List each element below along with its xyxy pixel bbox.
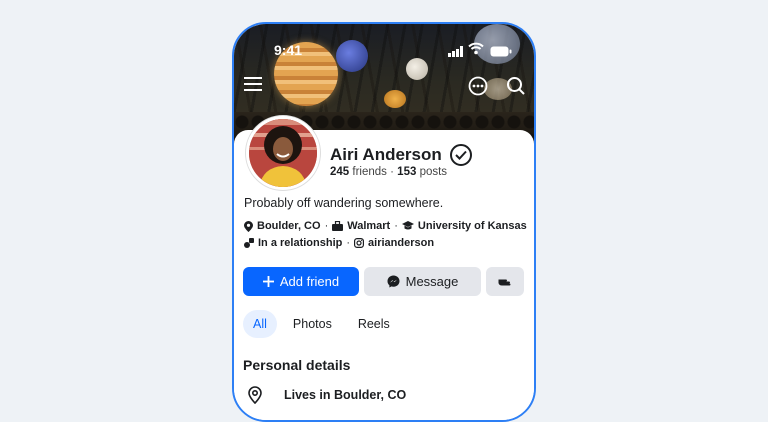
personal-details-title: Personal details: [243, 357, 351, 373]
cover-planet-orange: [384, 90, 406, 108]
friends-count[interactable]: 245: [330, 166, 349, 178]
profile-stats: 245 friends · 153 posts: [330, 166, 447, 178]
status-bar: 9:41: [234, 24, 534, 70]
message-button[interactable]: Message: [364, 267, 481, 296]
separator-dot: ·: [394, 220, 398, 232]
work-text[interactable]: Walmart: [347, 220, 390, 232]
relationship-text: In a relationship: [258, 237, 343, 249]
lives-in-text: Lives in Boulder, CO: [284, 388, 407, 402]
poke-hand-icon: [498, 276, 512, 288]
profile-name: Airi Anderson: [330, 145, 442, 164]
profile-tabs: All Photos Reels: [243, 310, 406, 338]
phone-frame: 9:41 Airi Anderson 245 friends · 153 pos…: [232, 22, 536, 422]
more-options-icon[interactable]: [468, 76, 488, 101]
tab-photos[interactable]: Photos: [283, 310, 342, 338]
battery-icon: [490, 44, 512, 60]
posts-label: posts: [419, 166, 448, 178]
wifi-icon: [468, 42, 484, 58]
school-text[interactable]: University of Kansas: [418, 220, 527, 232]
briefcase-icon: [332, 221, 344, 231]
lives-in-row: Lives in Boulder, CO: [248, 386, 406, 404]
message-label: Message: [405, 274, 459, 289]
add-friend-button[interactable]: Add friend: [243, 267, 359, 296]
intro-row-1: Boulder, CO · Walmart · University of Ka…: [244, 220, 527, 232]
plus-icon: [262, 276, 274, 287]
stats-separator: ·: [390, 166, 394, 178]
more-actions-button[interactable]: [486, 267, 524, 296]
separator-dot: ·: [346, 237, 351, 249]
friends-label[interactable]: friends: [352, 166, 387, 178]
messenger-icon: [387, 275, 400, 288]
avatar[interactable]: [246, 116, 320, 190]
graduation-cap-icon: [401, 221, 414, 231]
profile-bio: Probably off wandering somewhere.: [244, 196, 444, 210]
search-icon[interactable]: [506, 76, 526, 101]
signal-icon: [448, 44, 464, 60]
location-pin-icon: [248, 386, 262, 404]
separator-dot: ·: [324, 220, 329, 232]
relationship-icon: [244, 238, 254, 248]
posts-count: 153: [397, 166, 417, 178]
intro-row-2: In a relationship · airianderson: [244, 237, 434, 249]
tab-all[interactable]: All: [243, 310, 277, 338]
add-friend-label: Add friend: [279, 274, 340, 289]
location-text: Boulder, CO: [257, 220, 321, 232]
name-row: Airi Anderson: [330, 144, 472, 166]
status-time: 9:41: [274, 42, 303, 58]
menu-icon[interactable]: [244, 76, 262, 97]
verified-check-icon[interactable]: [449, 144, 472, 166]
instagram-text[interactable]: airianderson: [368, 237, 434, 249]
tab-reels[interactable]: Reels: [348, 310, 400, 338]
instagram-icon: [354, 238, 365, 248]
location-pin-icon: [244, 220, 253, 232]
